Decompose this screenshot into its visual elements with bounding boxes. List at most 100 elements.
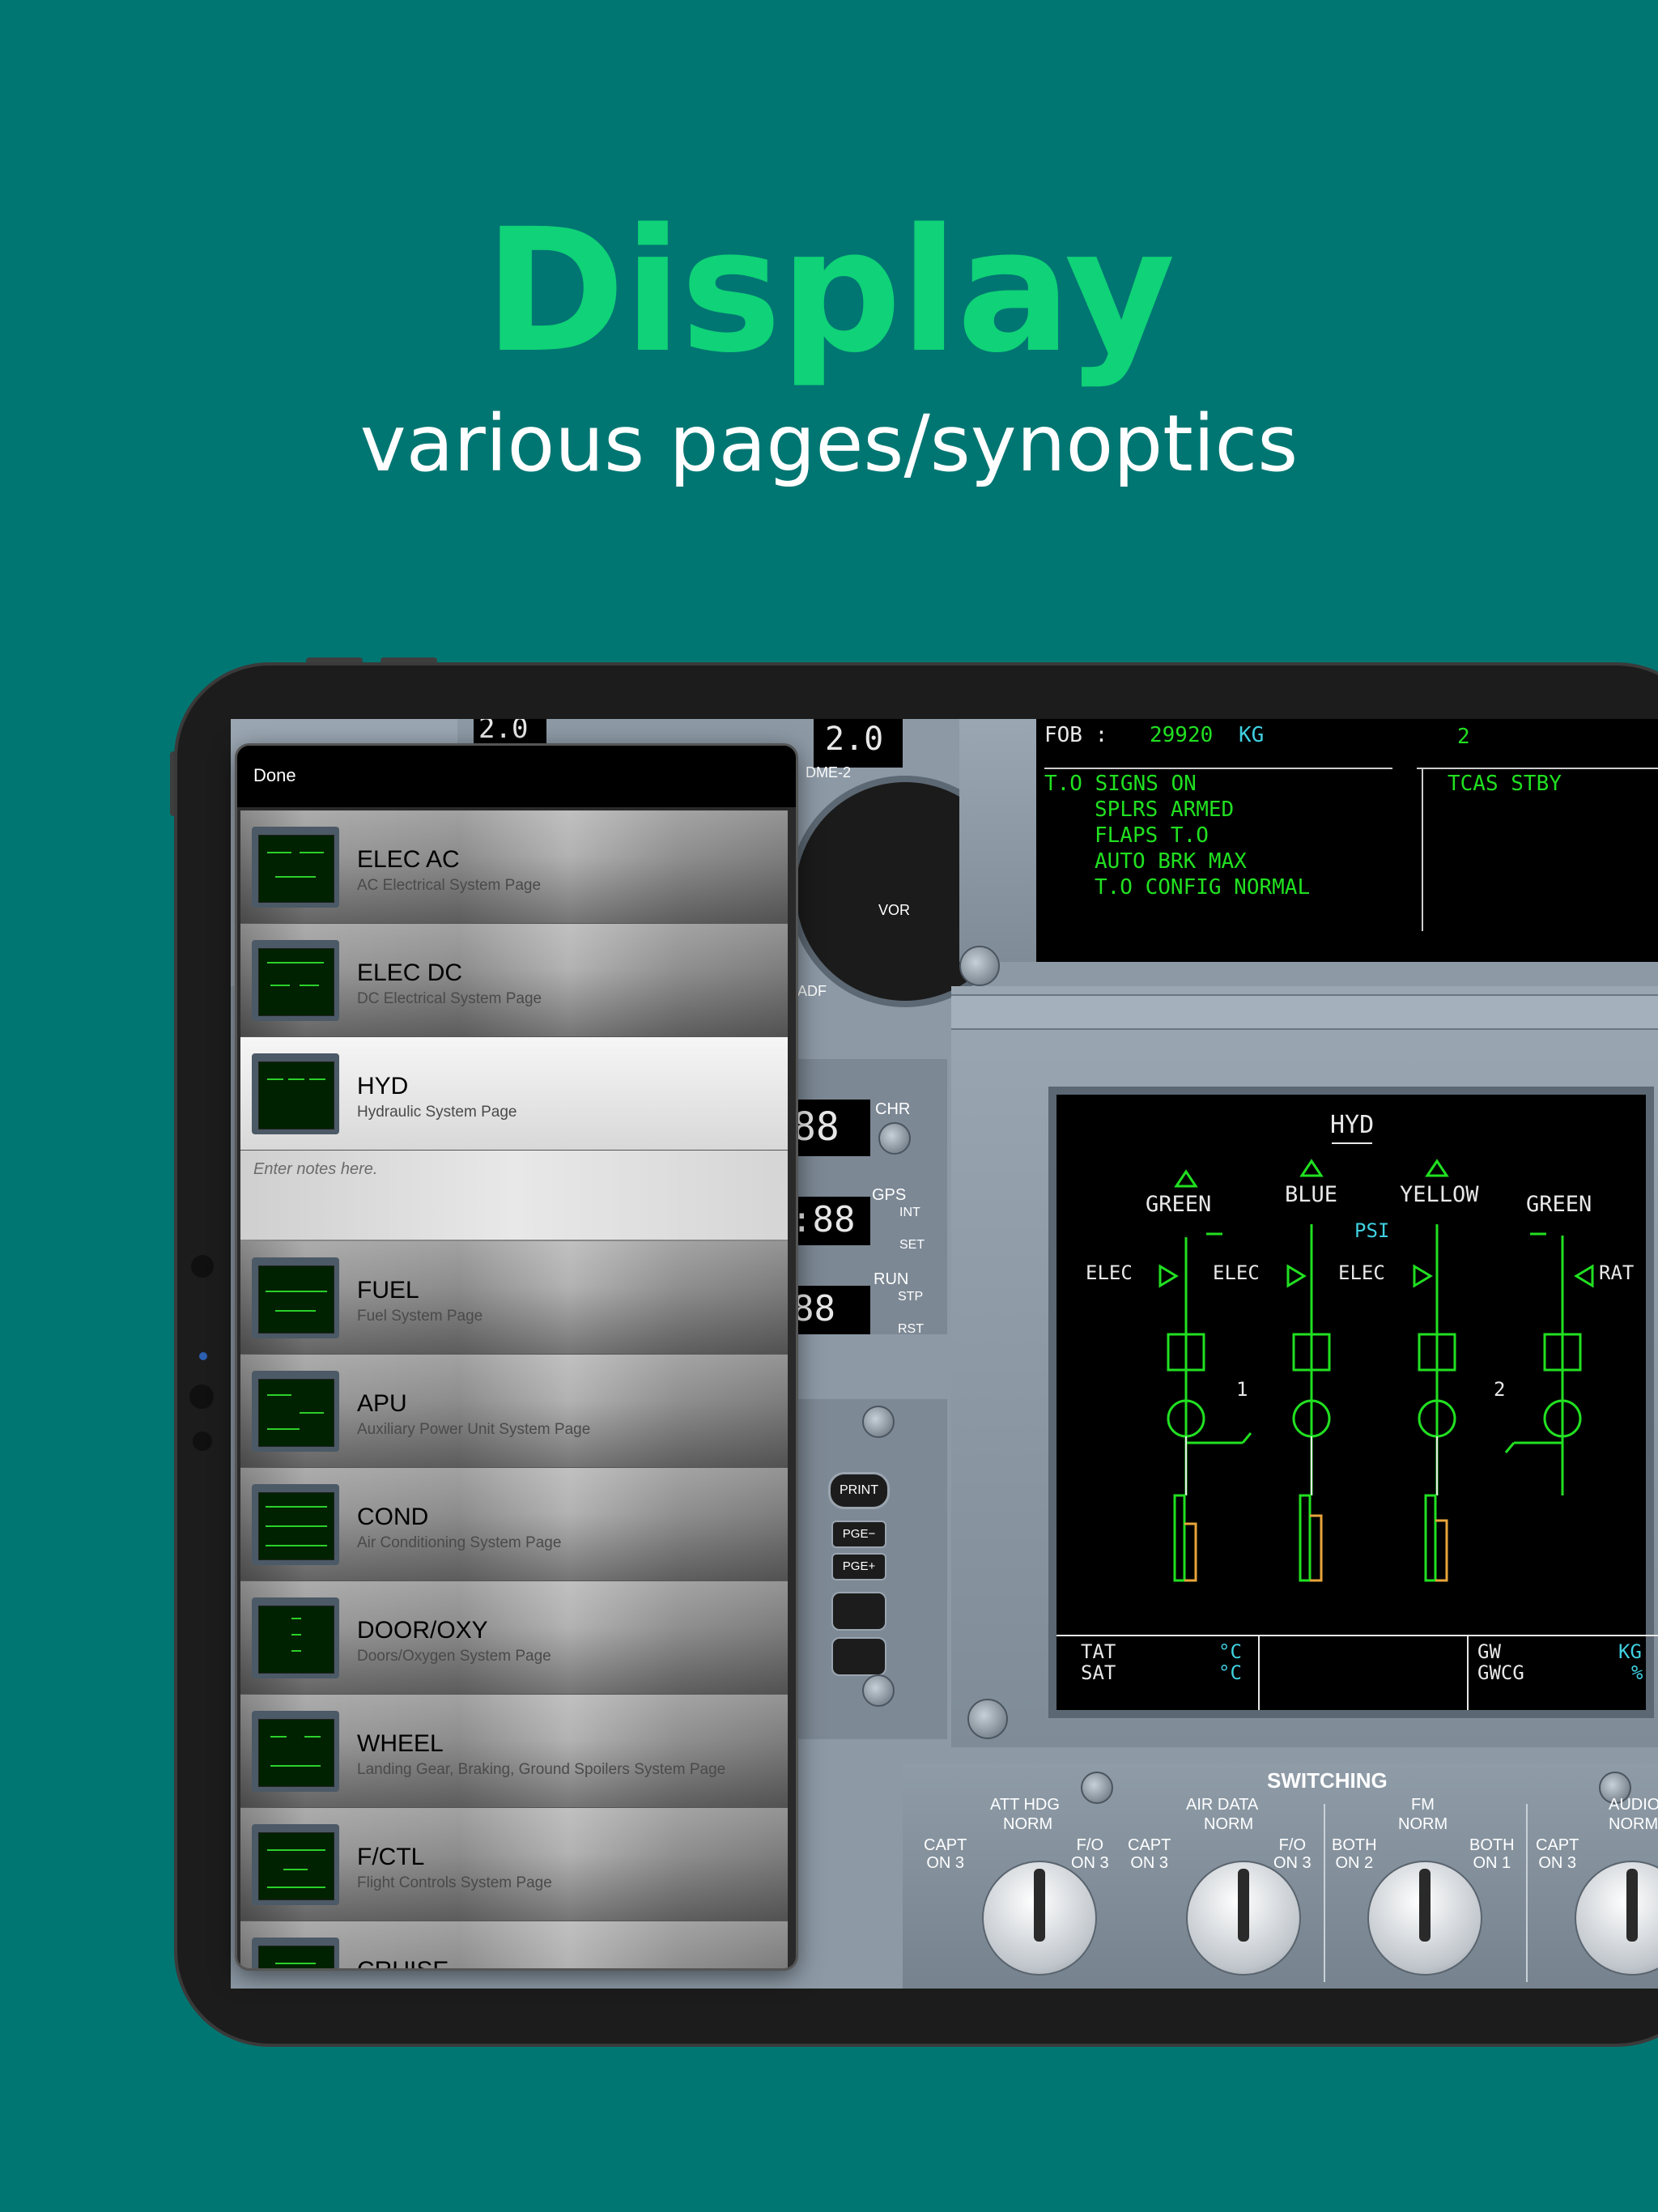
item-title: FUEL xyxy=(357,1277,419,1304)
item-subtitle: Air Conditioning System Page xyxy=(357,1534,562,1551)
camera-lens xyxy=(191,1255,214,1278)
panel-screw xyxy=(862,1406,895,1438)
gwcg-label: GWCG xyxy=(1477,1661,1524,1684)
fob-unit: KG xyxy=(1239,723,1265,747)
air-data-fo: F/O ON 3 xyxy=(1273,1836,1312,1872)
elec-label-blue: ELEC xyxy=(1213,1261,1260,1284)
ecp-button[interactable] xyxy=(831,1592,886,1631)
fm-selector[interactable] xyxy=(1367,1861,1482,1976)
sat-label: SAT xyxy=(1081,1661,1116,1684)
item-title: CRUISE xyxy=(357,1957,449,1971)
memo-line-3: FLAPS T.O xyxy=(1095,823,1209,848)
fm-norm: NORM xyxy=(1398,1815,1448,1833)
audio-capt: CAPT ON 3 xyxy=(1536,1836,1579,1872)
tat-value: -19 xyxy=(1162,1640,1197,1663)
pge-minus-label: PGE− xyxy=(842,1527,876,1541)
system-page-list: ELEC AC AC Electrical System Page ELEC D… xyxy=(240,810,788,1971)
page-thumbnail xyxy=(252,1053,339,1134)
rat-green-label: GREEN xyxy=(1526,1192,1592,1217)
yellow-system-label: YELLOW xyxy=(1400,1182,1479,1207)
item-subtitle: DC Electrical System Page xyxy=(357,990,542,1007)
item-subtitle: Auxiliary Power Unit System Page xyxy=(357,1421,591,1438)
chr-button[interactable] xyxy=(878,1122,911,1155)
page-thumbnail xyxy=(252,1257,339,1338)
air-data-label: AIR DATA xyxy=(1186,1796,1259,1814)
att-hdg-capt: CAPT ON 3 xyxy=(924,1836,967,1872)
switching-panel: SWITCHING ATT HDG NORM CAPT ON 3 F/O ON … xyxy=(903,1763,1658,1989)
pge-minus-button[interactable]: PGE− xyxy=(831,1521,886,1548)
list-item-elec-ac[interactable]: ELEC AC AC Electrical System Page xyxy=(240,810,788,924)
page-thumbnail xyxy=(252,1371,339,1452)
fob-label: FOB : xyxy=(1044,723,1108,747)
memo-vertical-divider xyxy=(1422,769,1423,931)
memo-divider xyxy=(1417,768,1658,769)
switching-title: SWITCHING xyxy=(1267,1768,1388,1793)
upper-right-value: 2 xyxy=(1457,725,1470,749)
camera-lens xyxy=(189,1385,214,1409)
dme-left-value: 2.0 xyxy=(478,719,529,745)
memo-line-5: T.O CONFIG NORMAL xyxy=(1095,875,1311,900)
clock-display-1: 88 xyxy=(789,1100,870,1156)
list-item-cond[interactable]: COND Air Conditioning System Page xyxy=(240,1468,788,1581)
pge-plus-label: PGE+ xyxy=(842,1559,876,1573)
item-subtitle: Landing Gear, Braking, Ground Spoilers S… xyxy=(357,1761,726,1778)
time-value: 01 H 07 xyxy=(1316,1661,1398,1684)
item-title: ELEC DC xyxy=(357,959,463,986)
fm-both-1: BOTH ON 1 xyxy=(1469,1836,1515,1872)
memo-line-4: AUTO BRK MAX xyxy=(1095,849,1247,874)
print-button[interactable]: PRINT xyxy=(828,1472,890,1509)
blue-triangle-icon xyxy=(1299,1159,1324,1177)
tat-unit: °C xyxy=(1218,1640,1242,1663)
att-hdg-norm: NORM xyxy=(1003,1815,1053,1833)
gwcg-value: 32.1 xyxy=(1550,1661,1597,1684)
gw-label: GW xyxy=(1477,1640,1501,1663)
ptu-2-label: 2 xyxy=(1494,1378,1506,1401)
tat-label: TAT xyxy=(1081,1640,1116,1663)
ecp-button[interactable] xyxy=(831,1637,886,1676)
page-thumbnail xyxy=(252,1484,339,1565)
item-title: F/CTL xyxy=(357,1844,425,1870)
fm-both-2: BOTH ON 2 xyxy=(1332,1836,1377,1872)
list-item-wheel[interactable]: WHEEL Landing Gear, Braking, Ground Spoi… xyxy=(240,1695,788,1808)
list-item-fuel[interactable]: FUEL Fuel System Page xyxy=(240,1241,788,1355)
page-thumbnail xyxy=(252,940,339,1021)
list-item-elec-dc[interactable]: ELEC DC DC Electrical System Page xyxy=(240,924,788,1037)
done-button[interactable]: Done xyxy=(253,765,296,786)
list-item-door-oxy[interactable]: DOOR/OXY Doors/Oxygen System Page xyxy=(240,1581,788,1695)
set-label: SET xyxy=(899,1238,925,1252)
notes-field[interactable]: Enter notes here. xyxy=(240,1151,788,1241)
panel-screw xyxy=(959,946,1000,986)
air-data-capt: CAPT ON 3 xyxy=(1128,1836,1171,1872)
memo-divider xyxy=(1044,768,1392,769)
camera-dot xyxy=(199,1352,207,1360)
yellow-triangle-icon xyxy=(1425,1159,1449,1177)
gwcg-unit: % xyxy=(1631,1661,1643,1684)
att-hdg-selector[interactable] xyxy=(982,1861,1097,1976)
camera-lens xyxy=(193,1431,212,1451)
sat-value: -51 xyxy=(1162,1661,1197,1684)
list-item-cruise[interactable]: CRUISE xyxy=(240,1921,788,1971)
picker-toolbar: Done xyxy=(237,746,796,807)
notes-placeholder: Enter notes here. xyxy=(253,1160,378,1178)
list-item-f-ctl[interactable]: F/CTL Flight Controls System Page xyxy=(240,1808,788,1921)
item-title: DOOR/OXY xyxy=(357,1617,488,1644)
item-title: WHEEL xyxy=(357,1730,444,1757)
hyd-schematic xyxy=(1056,1142,1658,1710)
green-pressure: 3000 xyxy=(1158,1219,1205,1242)
audio-selector[interactable] xyxy=(1575,1861,1658,1976)
list-item-hyd[interactable]: HYD Hydraulic System Page xyxy=(240,1037,788,1151)
item-title: ELEC AC xyxy=(357,846,460,873)
item-subtitle: Hydraulic System Page xyxy=(357,1104,517,1121)
rat-label: RAT xyxy=(1599,1261,1635,1284)
panel-screw xyxy=(862,1674,895,1707)
audio-norm: NORM xyxy=(1609,1815,1658,1833)
item-subtitle: Doors/Oxygen System Page xyxy=(357,1648,551,1665)
list-item-apu[interactable]: APU Auxiliary Power Unit System Page xyxy=(240,1355,788,1468)
adf-label: ADF xyxy=(797,983,827,999)
panel-screw xyxy=(967,1699,1008,1739)
item-title: HYD xyxy=(357,1073,409,1100)
air-data-selector[interactable] xyxy=(1186,1861,1301,1976)
item-subtitle: AC Electrical System Page xyxy=(357,877,542,894)
stp-label: STP xyxy=(898,1290,924,1304)
pge-plus-button[interactable]: PGE+ xyxy=(831,1553,886,1580)
